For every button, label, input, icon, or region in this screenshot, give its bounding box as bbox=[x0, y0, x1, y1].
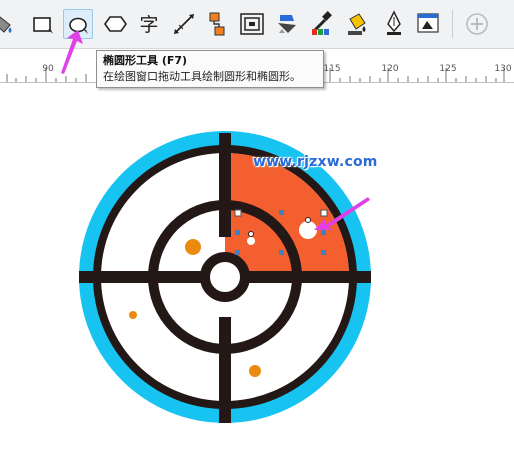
rectangle-tool-button[interactable] bbox=[28, 9, 58, 39]
connector-icon bbox=[209, 12, 225, 36]
orange-dot[interactable] bbox=[249, 365, 261, 377]
color-dialog-tool-button[interactable] bbox=[413, 9, 443, 39]
orange-dot[interactable] bbox=[129, 311, 137, 319]
plus-icon bbox=[466, 13, 488, 35]
pointer-arrow-icon bbox=[61, 30, 83, 74]
orange-dot[interactable] bbox=[185, 239, 201, 255]
white-highlight-dot[interactable] bbox=[247, 237, 255, 245]
fill-bucket-icon bbox=[348, 13, 366, 35]
target-drawing bbox=[79, 131, 371, 423]
ruler-label: 115 bbox=[323, 64, 341, 74]
node-marker[interactable] bbox=[305, 217, 311, 223]
smart-fill-button[interactable] bbox=[0, 9, 20, 39]
pointer-arrow-icon bbox=[314, 197, 370, 230]
watermark-text: www.rjzxw.com bbox=[253, 154, 378, 170]
rectangle-icon bbox=[33, 17, 53, 34]
crosshair-bottom[interactable] bbox=[219, 317, 231, 423]
ruler-label: 120 bbox=[381, 64, 399, 74]
transparency-icon bbox=[278, 15, 296, 33]
connector-tool-button[interactable] bbox=[202, 9, 232, 39]
paint-bucket-icon bbox=[0, 16, 12, 33]
toolbar-separator bbox=[452, 10, 453, 38]
pen-nib-icon bbox=[387, 10, 401, 35]
ruler-label: 90 bbox=[42, 64, 54, 74]
tooltip-title: 椭圆形工具 (F7) bbox=[103, 54, 188, 67]
outline-pen-tool-button[interactable] bbox=[379, 9, 409, 39]
eyedropper-tool-button[interactable] bbox=[307, 9, 337, 39]
hexagon-icon bbox=[104, 16, 127, 32]
text-tool-glyph: 字 bbox=[139, 14, 158, 36]
dimension-icon bbox=[174, 14, 194, 34]
crosshair-left[interactable] bbox=[79, 271, 205, 283]
eyedropper-icon bbox=[312, 11, 332, 35]
text-glyph-icon: 字 bbox=[139, 14, 158, 36]
node-marker[interactable] bbox=[248, 231, 254, 237]
transparency-tool-button[interactable] bbox=[272, 9, 302, 39]
polygon-tool-button[interactable] bbox=[101, 9, 131, 39]
ruler-label: 130 bbox=[494, 64, 512, 74]
contour-icon bbox=[240, 13, 264, 35]
dimension-tool-button[interactable] bbox=[169, 9, 199, 39]
drawing-canvas[interactable] bbox=[0, 83, 514, 456]
ellipse-tool-tooltip: 椭圆形工具 (F7) 在绘图窗口拖动工具绘制圆形和椭圆形。 bbox=[96, 50, 324, 88]
crosshair-top[interactable] bbox=[219, 133, 231, 237]
contour-tool-button[interactable] bbox=[238, 9, 268, 39]
color-window-icon bbox=[417, 13, 439, 33]
tooltip-description: 在绘图窗口拖动工具绘制圆形和椭圆形。 bbox=[103, 70, 301, 83]
add-tool-button[interactable] bbox=[462, 9, 492, 39]
crosshair-right[interactable] bbox=[245, 271, 371, 283]
inner-ring[interactable] bbox=[200, 252, 250, 302]
text-tool-button[interactable]: 字 bbox=[134, 9, 164, 39]
ruler-label: 125 bbox=[439, 64, 457, 74]
interactive-fill-tool-button[interactable] bbox=[342, 9, 372, 39]
